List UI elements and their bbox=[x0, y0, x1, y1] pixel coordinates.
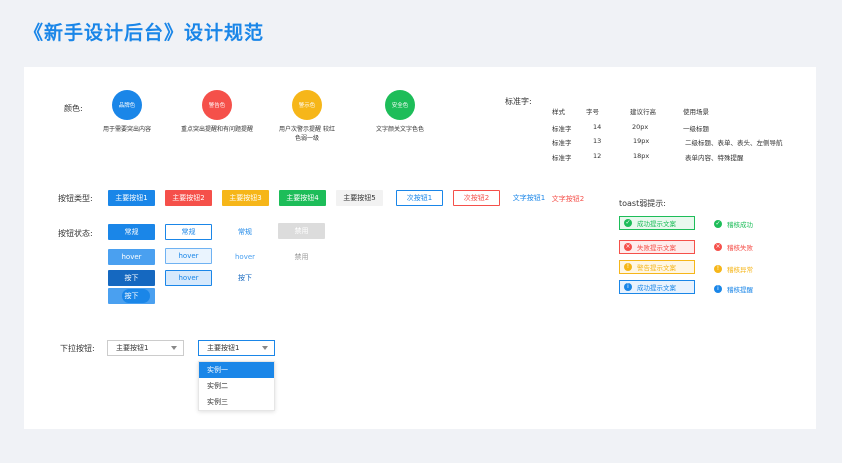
toast-label: toast弱提示: bbox=[619, 199, 666, 208]
typography-row3-lineheight: 18px bbox=[633, 152, 650, 160]
typography-header-style: 样式 bbox=[552, 108, 565, 116]
close-icon: × bbox=[714, 243, 722, 251]
secondary-normal-button[interactable]: 常规 bbox=[165, 224, 212, 240]
typography-row1-style: 标准字 bbox=[552, 125, 572, 133]
typography-row2-usage: 二级标题、表单、表头、左侧导航 bbox=[685, 139, 783, 147]
toast-error-text: 失败提示文案 bbox=[637, 244, 676, 252]
primary-button-2[interactable]: 主要按钮2 bbox=[165, 190, 212, 206]
message-error-text: 稽核失败 bbox=[727, 244, 753, 252]
warning-color-desc: 重点突出提醒和有问题提醒 bbox=[180, 126, 253, 133]
colors-label: 颜色: bbox=[64, 104, 83, 113]
secondary-press-button[interactable]: hover bbox=[165, 270, 212, 286]
typography-header-usage: 使用场景 bbox=[683, 108, 709, 116]
text-press-button[interactable]: 按下 bbox=[225, 270, 265, 286]
dropdown-menu: 实例一 实例二 实例三 bbox=[198, 361, 275, 411]
warning-icon: ! bbox=[624, 263, 632, 271]
warning-color-swatch: 警告色 bbox=[202, 90, 232, 120]
message-warning-text: 稽核异常 bbox=[727, 266, 753, 274]
primary-press-button[interactable]: 按下 bbox=[108, 270, 155, 286]
typography-label: 标准字: bbox=[505, 97, 532, 106]
safe-color-swatch: 安全色 bbox=[385, 90, 415, 120]
typography-row3-style: 标准字 bbox=[552, 154, 572, 162]
primary-button-3[interactable]: 主要按钮3 bbox=[222, 190, 269, 206]
secondary-button-1[interactable]: 次按钮1 bbox=[396, 190, 443, 206]
typography-row1-usage: 一级标题 bbox=[683, 125, 709, 133]
disabled-text-button: 禁用 bbox=[294, 253, 309, 261]
dropdown-open-value: 主要按钮1 bbox=[207, 344, 240, 352]
close-icon: × bbox=[624, 243, 632, 251]
secondary-hover-button[interactable]: hover bbox=[165, 248, 212, 264]
message-warning: ! 稽核异常 bbox=[714, 264, 753, 274]
primary-button-5[interactable]: 主要按钮5 bbox=[336, 190, 383, 206]
message-info: i 稽核提醒 bbox=[714, 284, 753, 294]
button-states-label: 按钮状态: bbox=[58, 229, 93, 238]
typography-row3-usage: 表单内容、特殊提醒 bbox=[685, 154, 744, 162]
brand-color-swatch: 品牌色 bbox=[112, 90, 142, 120]
toast-warning: ! 警告提示文案 bbox=[619, 260, 695, 274]
alert-color-swatch: 警示色 bbox=[292, 90, 322, 120]
typography-row1-lineheight: 20px bbox=[632, 123, 649, 131]
message-error: × 稽核失败 bbox=[714, 242, 753, 252]
typography-row1-size: 14 bbox=[593, 123, 602, 131]
secondary-button-2[interactable]: 次按钮2 bbox=[453, 190, 500, 206]
chevron-down-icon bbox=[171, 346, 177, 350]
check-icon: ✓ bbox=[624, 219, 632, 227]
typography-row2-lineheight: 19px bbox=[633, 137, 650, 145]
text-button-2[interactable]: 文字按钮2 bbox=[550, 191, 586, 207]
typography-row2-size: 13 bbox=[593, 137, 602, 145]
primary-hover-button[interactable]: hover bbox=[108, 249, 155, 265]
check-icon: ✓ bbox=[714, 220, 722, 228]
dropdown-label: 下拉按钮: bbox=[60, 344, 95, 353]
toast-info-text: 成功提示文案 bbox=[637, 284, 676, 292]
dropdown-option[interactable]: 实例三 bbox=[199, 394, 274, 410]
text-normal-button[interactable]: 常规 bbox=[225, 224, 265, 240]
typography-row3-size: 12 bbox=[593, 152, 602, 160]
safe-color-desc: 文字颜关文字色色 bbox=[375, 126, 424, 133]
alert-color-desc: 用户次警示提醒 较红色弱一级 bbox=[279, 126, 335, 142]
button-types-label: 按钮类型: bbox=[58, 194, 93, 203]
toast-warning-text: 警告提示文案 bbox=[637, 264, 676, 272]
dropdown-option[interactable]: 实例一 bbox=[199, 362, 274, 378]
toast-success: ✓ 成功提示文案 bbox=[619, 216, 695, 230]
typography-header-lineheight: 建议行高 bbox=[630, 108, 656, 116]
primary-button-4[interactable]: 主要按钮4 bbox=[279, 190, 326, 206]
primary-normal-button[interactable]: 常规 bbox=[108, 224, 155, 240]
info-icon: i bbox=[624, 283, 632, 291]
press-ripple-label: 按下 bbox=[124, 292, 139, 300]
message-success: ✓ 稽核成功 bbox=[714, 219, 753, 229]
message-success-text: 稽核成功 bbox=[727, 221, 753, 229]
dropdown-closed[interactable]: 主要按钮1 bbox=[107, 340, 184, 356]
dropdown-option[interactable]: 实例二 bbox=[199, 378, 274, 394]
primary-press-ripple-button[interactable]: 按下 bbox=[108, 288, 155, 304]
page-title: 《新手设计后台》设计规范 bbox=[24, 22, 265, 44]
brand-color-desc: 用于需要突出内容 bbox=[102, 126, 151, 133]
message-info-text: 稽核提醒 bbox=[727, 286, 753, 294]
primary-button-1[interactable]: 主要按钮1 bbox=[108, 190, 155, 206]
disabled-solid-button: 禁用 bbox=[278, 223, 325, 239]
chevron-down-icon bbox=[262, 346, 268, 350]
dropdown-open[interactable]: 主要按钮1 bbox=[198, 340, 275, 356]
warning-icon: ! bbox=[714, 265, 722, 273]
typography-row2-style: 标准字 bbox=[552, 139, 572, 147]
toast-info: i 成功提示文案 bbox=[619, 280, 695, 294]
text-button-1[interactable]: 文字按钮1 bbox=[511, 190, 547, 206]
content-panel bbox=[24, 67, 816, 429]
dropdown-closed-value: 主要按钮1 bbox=[116, 344, 149, 352]
typography-header-size: 字号 bbox=[586, 108, 599, 116]
info-icon: i bbox=[714, 285, 722, 293]
toast-error: × 失败提示文案 bbox=[619, 240, 695, 254]
toast-success-text: 成功提示文案 bbox=[637, 220, 676, 228]
text-hover-button[interactable]: hover bbox=[225, 249, 265, 265]
